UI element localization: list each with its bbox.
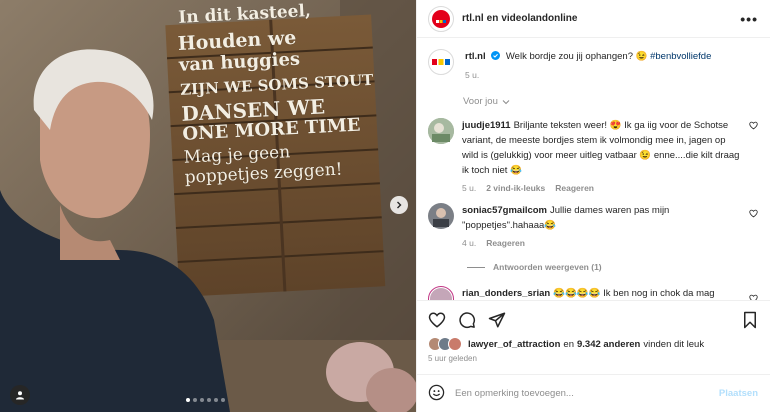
post-media[interactable]: In dit kasteel, Houden we van huggies ZI… <box>0 0 416 412</box>
chevron-right-icon <box>397 201 402 209</box>
avatar[interactable] <box>428 118 454 144</box>
tagged-users-button[interactable] <box>10 385 30 405</box>
avatar[interactable] <box>428 49 454 75</box>
comment-username[interactable]: soniac57gmailcom <box>462 205 547 216</box>
comment-sort-dropdown[interactable]: Voor jou <box>463 96 510 107</box>
view-replies-label: Antwoorden weergeven (1) <box>493 262 602 272</box>
user-photo-icon <box>430 288 452 300</box>
post-header: rtl.nl en videolandonline ••• <box>417 0 770 38</box>
save-button[interactable] <box>742 311 758 329</box>
rtl-logo-icon <box>432 59 450 65</box>
carousel-dot <box>214 398 218 402</box>
user-icon <box>16 391 24 400</box>
sort-label: Voor jou <box>463 96 498 107</box>
comment-text: 😂😂😂😂 Ik ben nog in chok da mag <box>553 288 715 299</box>
caption-username[interactable]: rtl.nl <box>465 51 486 62</box>
carousel-dot <box>221 398 225 402</box>
liker-username[interactable]: lawyer_of_attraction <box>468 339 560 350</box>
comment-input[interactable] <box>455 388 719 399</box>
post-comment-button[interactable]: Plaatsen <box>719 388 758 399</box>
comment: juudje1911 Briljante teksten weer! 😍 Ik g… <box>428 118 758 196</box>
action-bar <box>417 301 770 331</box>
carousel-dot <box>200 398 204 402</box>
header-collaborator[interactable]: videolandonline <box>501 13 577 24</box>
reply-button[interactable]: Reageren <box>555 181 594 196</box>
share-button[interactable] <box>488 311 506 329</box>
comment: soniac57gmailcom Jullie dames waren pas m… <box>428 203 758 251</box>
sign-line: ZIJN WE SOMS STOUT <box>179 70 374 99</box>
comment-likes[interactable]: 2 vind-ik-leuks <box>486 181 545 196</box>
chevron-down-icon <box>502 99 510 104</box>
carousel-dot <box>207 398 211 402</box>
likes-count[interactable]: 9.342 anderen <box>577 339 640 350</box>
avatar[interactable] <box>428 5 454 32</box>
post-actions-area: lawyer_of_attraction en 9.342 anderen vi… <box>417 300 770 363</box>
header-separator: en <box>486 13 499 24</box>
carousel-next-button[interactable] <box>390 196 408 214</box>
avatar <box>448 337 462 351</box>
divider <box>467 266 485 268</box>
likes-connector: en <box>563 338 574 350</box>
posted-time[interactable]: 5 uur geleden <box>417 351 770 363</box>
emoji-icon <box>428 384 445 400</box>
comment: rian_donders_srian 😂😂😂😂 Ik ben nog in cho… <box>428 286 758 300</box>
heart-icon[interactable] <box>749 209 758 218</box>
heart-icon <box>428 312 446 328</box>
carousel-indicator <box>186 398 225 402</box>
like-button[interactable] <box>428 311 446 329</box>
heart-icon[interactable] <box>749 121 758 130</box>
caption-time[interactable]: 5 u. <box>465 68 479 83</box>
avatar[interactable] <box>428 286 454 300</box>
view-replies-button[interactable]: Antwoorden weergeven (1) <box>467 262 602 272</box>
liker-avatars <box>428 337 462 351</box>
more-options-icon[interactable]: ••• <box>740 11 758 27</box>
carousel-dot <box>193 398 197 402</box>
verified-badge-icon <box>491 51 501 60</box>
comment-button[interactable] <box>458 311 476 329</box>
caption-text: Welk bordje zou jij ophangen? 😉 <box>505 51 648 62</box>
comment-time[interactable]: 4 u. <box>462 236 476 251</box>
comment-username[interactable]: rian_donders_srian <box>462 288 550 299</box>
post-caption: rtl.nl Welk bordje zou jij ophangen? 😉 #… <box>428 49 758 83</box>
sign-text: In dit kasteel, Houden we van huggies ZI… <box>176 0 381 188</box>
avatar[interactable] <box>428 203 454 229</box>
rtl-logo-icon <box>432 9 450 28</box>
reply-button[interactable]: Reageren <box>486 236 525 251</box>
post-side-panel: rtl.nl en videolandonline ••• rtl.nl Wel… <box>416 0 770 412</box>
comment-time[interactable]: 5 u. <box>462 181 476 196</box>
likes-suffix: vinden dit leuk <box>643 338 705 350</box>
carousel-dot <box>186 398 190 402</box>
user-photo-icon <box>428 203 454 229</box>
comment-username[interactable]: juudje1911 <box>462 120 511 131</box>
comment-bubble-icon <box>459 312 476 329</box>
bookmark-icon <box>744 311 756 329</box>
user-photo-icon <box>428 118 454 144</box>
likes-summary: lawyer_of_attraction en 9.342 anderen vi… <box>417 331 770 351</box>
emoji-button[interactable] <box>428 384 445 404</box>
header-username[interactable]: rtl.nl <box>462 13 484 24</box>
comment-composer: Plaatsen <box>417 374 770 412</box>
paper-plane-icon <box>488 312 506 328</box>
hashtag-link[interactable]: #benbvolliefde <box>650 51 711 62</box>
